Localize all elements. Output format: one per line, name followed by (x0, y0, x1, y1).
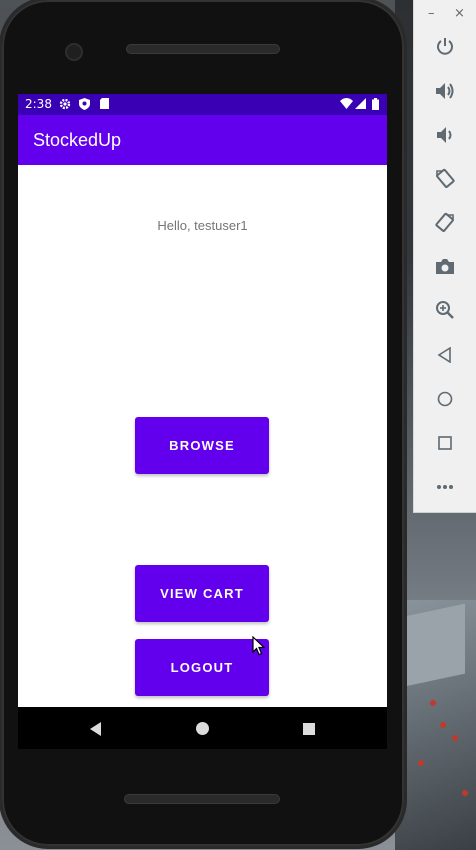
overview-icon[interactable] (434, 432, 456, 454)
status-time: 2:38 (25, 97, 52, 111)
wallpaper-blossom (462, 790, 468, 796)
greeting-text: Hello, testuser1 (157, 218, 248, 233)
wallpaper-blossom (440, 722, 446, 728)
camera-icon[interactable] (434, 255, 456, 277)
logout-button[interactable]: LOGOUT (135, 639, 269, 696)
browse-button[interactable]: BROWSE (135, 417, 269, 474)
sd-card-icon (100, 98, 109, 112)
rotate-left-icon[interactable] (434, 167, 456, 189)
mouse-cursor-icon (252, 635, 266, 660)
bottom-speaker (124, 794, 280, 804)
nav-home-icon[interactable] (196, 722, 209, 735)
wallpaper-blossom (430, 700, 436, 706)
more-icon[interactable] (434, 476, 456, 498)
wallpaper-rock (405, 603, 465, 687)
emulator-toolbar: – × (413, 0, 476, 513)
wifi-icon (340, 98, 353, 112)
power-icon[interactable] (434, 35, 456, 57)
minimize-button[interactable]: – (428, 6, 435, 21)
home-icon[interactable] (434, 388, 456, 410)
battery-icon (372, 98, 379, 113)
rotate-right-icon[interactable] (434, 211, 456, 233)
status-bar: 2:38 (18, 94, 387, 115)
system-nav-bar (18, 707, 387, 749)
shield-icon (79, 98, 90, 113)
wallpaper-blossom (452, 735, 458, 741)
nav-back-icon[interactable] (90, 722, 101, 736)
device-screen: 2:38 StockedUp Hello, testuser1 BROWSE V… (18, 94, 387, 707)
zoom-icon[interactable] (434, 299, 456, 321)
volume-up-icon[interactable] (434, 80, 456, 102)
back-icon[interactable] (434, 344, 456, 366)
volume-down-icon[interactable] (434, 124, 456, 146)
wallpaper-blossom (418, 760, 424, 766)
app-bar: StockedUp (18, 115, 387, 165)
signal-icon (355, 98, 366, 112)
gear-icon (59, 98, 71, 113)
top-speaker (126, 44, 280, 54)
app-title: StockedUp (33, 130, 122, 150)
close-button[interactable]: × (454, 6, 465, 21)
view-cart-button[interactable]: VIEW CART (135, 565, 269, 622)
front-camera (65, 43, 83, 61)
nav-recents-icon[interactable] (303, 723, 315, 735)
